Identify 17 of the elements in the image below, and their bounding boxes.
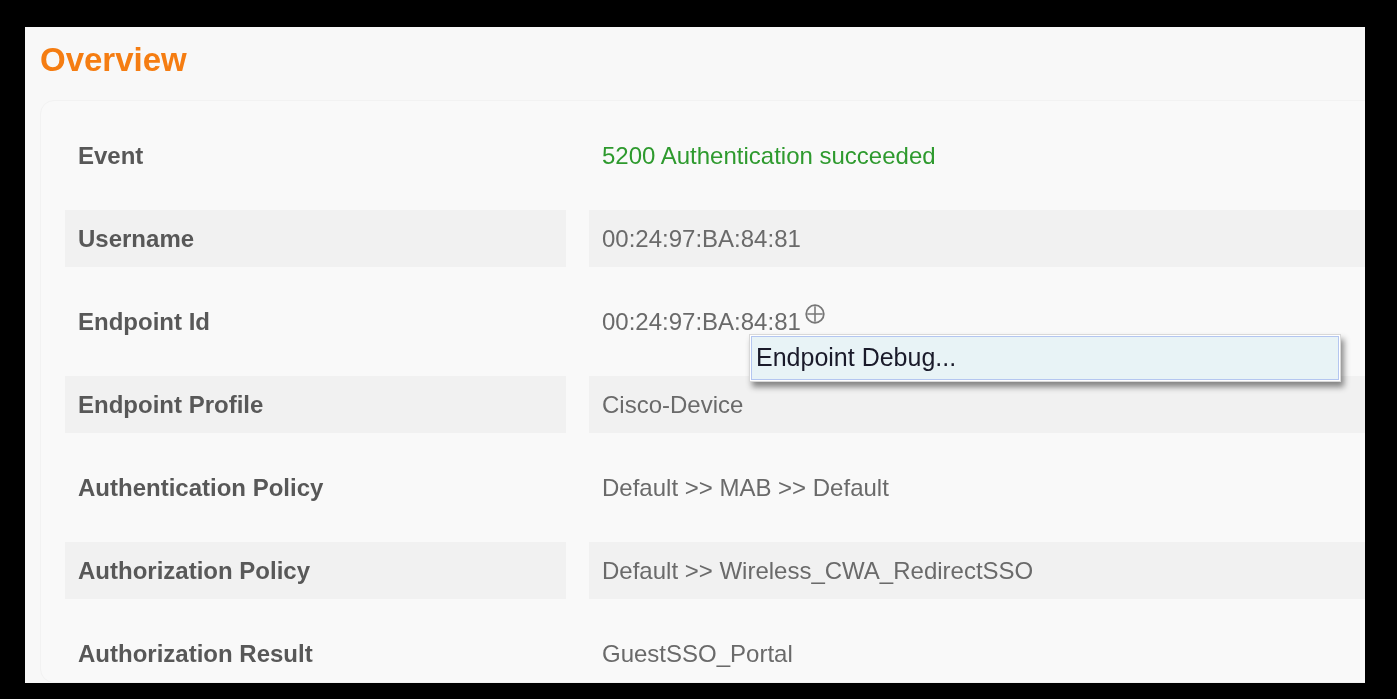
value-text: Cisco-Device bbox=[602, 390, 744, 419]
value-text: 5200 Authentication succeeded bbox=[602, 141, 936, 170]
section-title: Overview bbox=[40, 40, 187, 80]
field-label: Event bbox=[77, 140, 145, 171]
crosshair-icon[interactable] bbox=[803, 303, 826, 325]
label-cell: Authorization Policy bbox=[65, 542, 566, 599]
field-label: Authorization Result bbox=[77, 638, 314, 669]
value-text: 00:24:97:BA:84:81 bbox=[602, 307, 801, 336]
menu-item[interactable]: Endpoint Debug... bbox=[751, 336, 1339, 380]
value-text: Default >> MAB >> Default bbox=[602, 473, 889, 502]
field-label: Authentication Policy bbox=[77, 472, 325, 503]
field-label: Endpoint Id bbox=[77, 306, 211, 337]
label-cell: Endpoint Profile bbox=[65, 376, 566, 433]
label-cell: Username bbox=[65, 210, 566, 267]
value-text: GuestSSO_Portal bbox=[602, 639, 793, 668]
value-text: 00:24:97:BA:84:81 bbox=[602, 224, 801, 253]
value-text: Default >> Wireless_CWA_RedirectSSO bbox=[602, 556, 1034, 585]
